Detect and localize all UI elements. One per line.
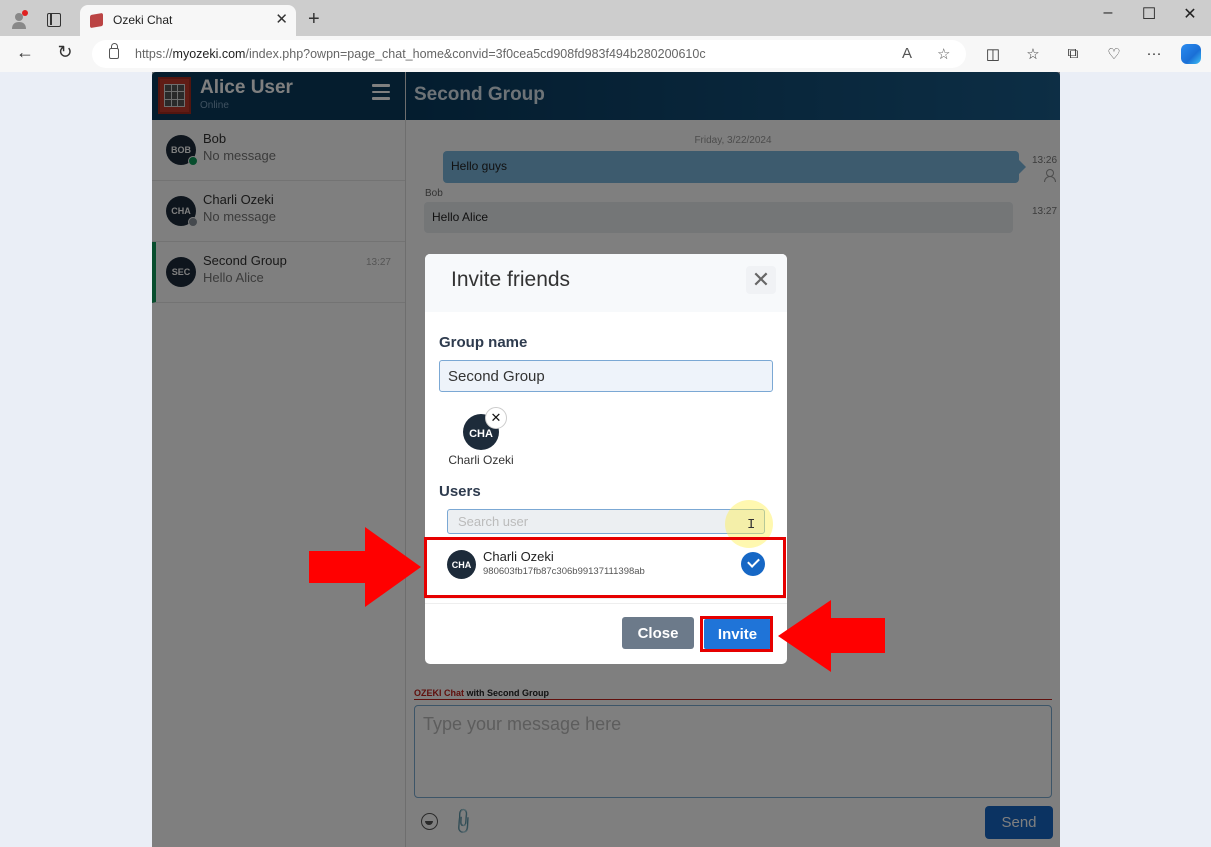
favorite-star-icon[interactable]: ☆ [937,45,950,63]
new-tab-button[interactable]: + [308,8,320,31]
collections-icon[interactable]: ⧉ [1062,45,1084,62]
invite-friends-modal: Invite friends ✕ Group name CHA ✕ Charli… [425,254,787,664]
browser-titlebar: Ozeki Chat ✕ + – ☐ ✕ [0,0,1211,36]
lock-icon[interactable] [109,43,119,59]
url-text[interactable]: https://myozeki.com/index.php?owpn=page_… [135,47,706,61]
ozeki-favicon-icon [90,12,103,29]
more-menu-icon[interactable]: ··· [1143,45,1165,62]
favorites-icon[interactable]: ☆ [1022,45,1044,63]
back-button[interactable]: ← [14,42,36,63]
tab-actions-icon[interactable] [47,13,61,27]
arrow-left-icon [778,600,885,672]
text-cursor-icon: I [747,517,756,533]
selected-user-chip: CHA ✕ Charli Ozeki [445,407,517,472]
browser-toolbar: ← ↻ https://myozeki.com/index.php?owpn=p… [0,36,1211,72]
group-name-label: Group name [439,334,528,351]
modal-header: Invite friends ✕ [425,254,787,312]
read-aloud-icon[interactable]: A [902,45,912,62]
tab-close-icon[interactable]: ✕ [275,10,288,28]
window-close-button[interactable]: ✕ [1180,4,1200,24]
users-label: Users [439,483,481,500]
divider [425,603,787,604]
maximize-button[interactable]: ☐ [1139,4,1159,24]
arrow-right-icon [309,527,421,607]
modal-title: Invite friends [451,268,571,291]
copilot-icon[interactable] [1181,44,1201,64]
close-button[interactable]: Close [622,617,694,649]
browser-tab[interactable]: Ozeki Chat ✕ [80,5,296,36]
minimize-button[interactable]: – [1098,4,1118,22]
tab-title: Ozeki Chat [113,13,173,27]
address-bar[interactable]: https://myozeki.com/index.php?owpn=page_… [92,40,966,68]
profile-icon[interactable] [10,10,30,30]
split-screen-icon[interactable]: ◫ [982,45,1004,63]
browser-essentials-icon[interactable]: ♡ [1103,45,1125,63]
highlight-user-row [424,537,786,598]
selected-user-name: Charli Ozeki [448,453,514,467]
search-user-input[interactable] [447,509,765,534]
refresh-button[interactable]: ↻ [54,42,76,63]
remove-user-icon[interactable]: ✕ [485,407,507,429]
group-name-input[interactable] [439,360,773,392]
close-icon[interactable]: ✕ [746,266,776,294]
highlight-invite-button [700,616,773,652]
